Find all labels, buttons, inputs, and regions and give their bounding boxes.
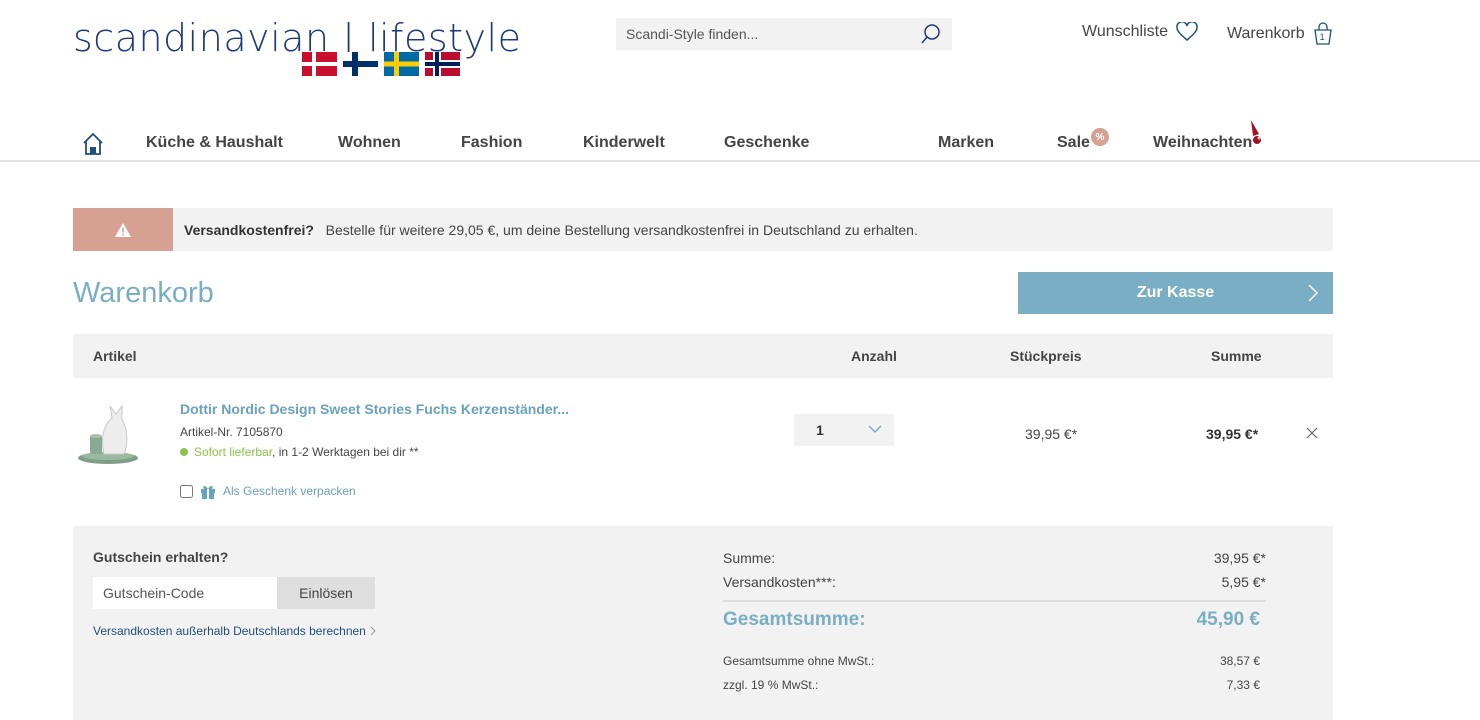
gift-wrap-label[interactable]: Als Geschenk verpacken [223, 484, 356, 498]
finland-flag-icon [343, 52, 378, 76]
search-icon[interactable] [920, 23, 942, 45]
nav-item-fashion[interactable]: Fashion [461, 134, 522, 152]
norway-flag-icon [425, 52, 460, 76]
search-bar [616, 18, 952, 50]
redeem-button[interactable]: Einlösen [277, 577, 375, 609]
product-sku: Artikel-Nr. 7105870 [180, 425, 283, 439]
search-input[interactable] [626, 26, 920, 42]
grand-total-label: Gesamtsumme: [723, 609, 866, 630]
quantity-select[interactable]: 1 [794, 414, 894, 446]
subtotal-row: Summe: 39,95 €* [723, 550, 1266, 566]
stock-status-label: Sofort lieferbar [194, 445, 273, 459]
sale-badge: % [1091, 128, 1109, 146]
subtotal-label: Summe: [723, 550, 776, 566]
summary-divider [723, 600, 1266, 602]
vat-label: zzgl. 19 % MwSt.: [723, 678, 819, 692]
flags [302, 52, 460, 76]
product-image[interactable] [76, 398, 140, 468]
net-total-row: Gesamtsumme ohne MwSt.: 38,57 € [723, 654, 1260, 668]
net-total-value: 38,57 € [1219, 654, 1260, 668]
santa-hat-icon [1251, 120, 1261, 144]
vat-row: zzgl. 19 % MwSt.: 7,33 € [723, 678, 1260, 692]
shipping-notice: Versandkostenfrei? Bestelle für weitere … [73, 208, 1333, 251]
coupon-input[interactable] [93, 577, 277, 609]
sweden-flag-icon [384, 52, 419, 76]
unit-price: 39,95 €* [1025, 426, 1078, 442]
gift-wrap-option: Als Geschenk verpacken [180, 482, 356, 500]
close-icon[interactable] [1306, 427, 1318, 439]
chevron-right-icon [1308, 284, 1319, 302]
nav-item-kinderwelt[interactable]: Kinderwelt [583, 134, 665, 152]
nav-item-weihnachten[interactable]: Weihnachten [1153, 120, 1261, 152]
shipping-calc-link[interactable]: Versandkosten außerhalb Deutschlands ber… [93, 624, 376, 638]
shipping-row: Versandkosten***: 5,95 €* [723, 574, 1266, 590]
net-total-label: Gesamtsumme ohne MwSt.: [723, 654, 875, 668]
wishlist-link[interactable]: Wunschliste [1082, 22, 1198, 42]
header-unit-price: Stückpreis [1010, 348, 1082, 364]
wishlist-label: Wunschliste [1082, 23, 1168, 40]
grand-total-row: Gesamtsumme: 45,90 € [723, 609, 1260, 631]
warning-icon [115, 222, 131, 237]
main-nav: Küche & Haushalt Wohnen Fashion Kinderwe… [0, 120, 1480, 162]
cart-icon: 1 [1313, 22, 1333, 46]
nav-item-sale[interactable]: Sale % [1057, 128, 1109, 152]
cart-count: 1 [1319, 32, 1325, 42]
nav-item-marken[interactable]: Marken [938, 134, 994, 152]
gift-wrap-checkbox[interactable] [180, 484, 193, 498]
cart-link[interactable]: Warenkorb 1 [1227, 22, 1333, 46]
notice-icon-box [73, 208, 173, 251]
notice-body: Bestelle für weitere 29,05 €, um deine B… [325, 221, 918, 238]
nav-item-kueche[interactable]: Küche & Haushalt [146, 134, 283, 152]
notice-text: Versandkostenfrei? Bestelle für weitere … [173, 222, 918, 238]
header-qty: Anzahl [851, 348, 897, 364]
stock-delivery-text: , in 1-2 Werktagen bei dir ** [272, 445, 419, 459]
home-icon[interactable] [82, 132, 104, 156]
vat-value: 7,33 € [1226, 678, 1260, 692]
header-total: Summe [1211, 348, 1262, 364]
chevron-down-icon [868, 425, 882, 434]
checkout-label: Zur Kasse [1136, 284, 1215, 301]
page-title: Warenkorb [73, 277, 214, 309]
nav-item-wohnen[interactable]: Wohnen [338, 134, 401, 152]
denmark-flag-icon [302, 52, 337, 76]
checkout-button[interactable]: Zur Kasse [1018, 272, 1333, 314]
cart-label: Warenkorb [1227, 25, 1305, 42]
shipping-value: 5,95 €* [1221, 574, 1266, 590]
product-name-link[interactable]: Dottir Nordic Design Sweet Stories Fuchs… [180, 401, 569, 417]
nav-item-sale-label: Sale [1057, 134, 1090, 151]
notice-title: Versandkostenfrei? [184, 221, 314, 238]
header-article: Artikel [93, 348, 137, 364]
cart-summary-panel: Gutschein erhalten? Einlösen Versandkost… [73, 526, 1333, 720]
gift-icon [201, 485, 215, 499]
stock-dot-icon [180, 448, 188, 456]
heart-icon [1176, 22, 1198, 41]
grand-total-value: 45,90 € [1196, 609, 1260, 630]
stock-status: Sofort lieferbar, in 1-2 Werktagen bei d… [180, 445, 419, 459]
nav-item-weihnachten-label: Weihnachten [1153, 134, 1253, 151]
subtotal-value: 39,95 €* [1213, 550, 1266, 566]
nav-item-geschenke[interactable]: Geschenke [724, 134, 809, 152]
quantity-value: 1 [816, 422, 824, 438]
shipping-calc-label: Versandkosten außerhalb Deutschlands ber… [93, 624, 366, 638]
line-total: 39,95 €* [1206, 426, 1259, 442]
shipping-label: Versandkosten***: [723, 574, 836, 590]
coupon-title: Gutschein erhalten? [93, 549, 229, 565]
chevron-right-icon [370, 626, 376, 636]
cart-table-header: Artikel Anzahl Stückpreis Summe [73, 334, 1333, 378]
